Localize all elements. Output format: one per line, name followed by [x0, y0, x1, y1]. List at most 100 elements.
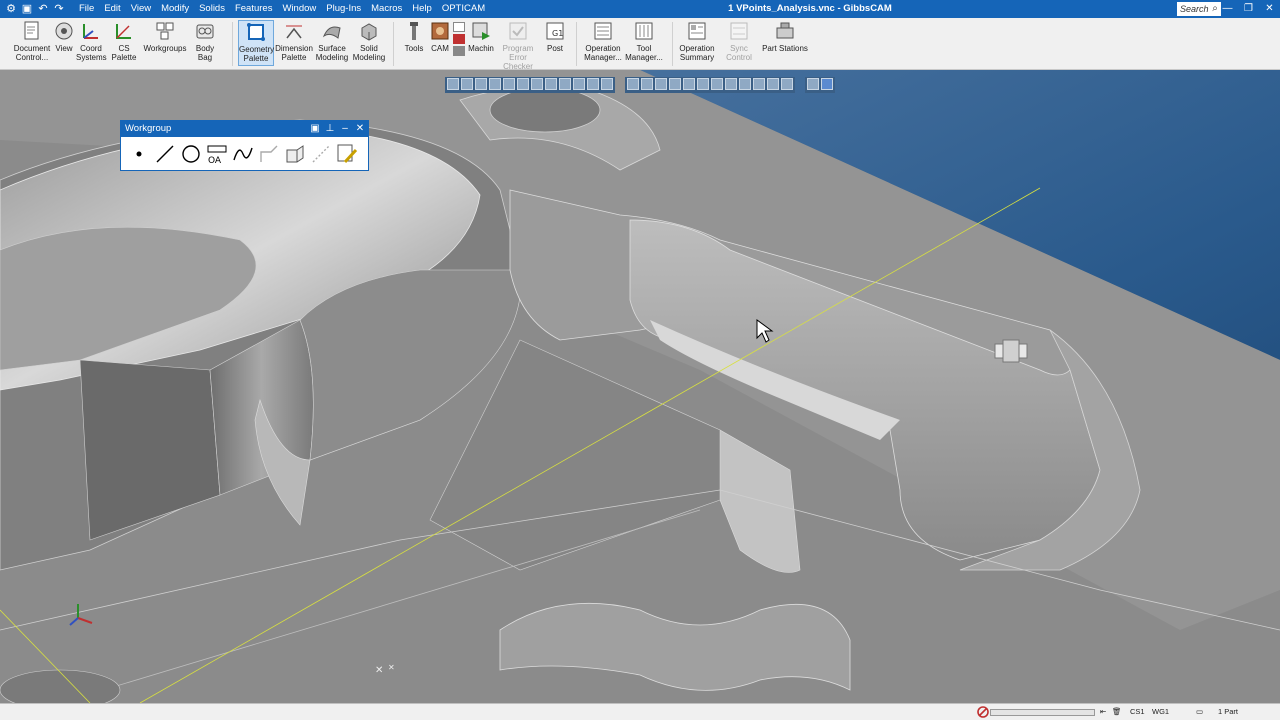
render-tool-icon[interactable]: [767, 78, 779, 90]
cam-small-buttons: [453, 22, 467, 58]
menu-help[interactable]: Help: [407, 0, 437, 18]
minimize-icon[interactable]: –: [339, 121, 351, 137]
help-tool-icon[interactable]: [821, 78, 833, 90]
menu-solids[interactable]: Solids: [194, 0, 230, 18]
sync-control-button[interactable]: Sync Control: [717, 20, 761, 66]
render-tool-icon[interactable]: [627, 78, 639, 90]
svg-text:G1: G1: [552, 29, 563, 38]
render-tool-icon[interactable]: [641, 78, 653, 90]
document-control-button[interactable]: Document Control...: [12, 20, 52, 66]
view-tool-icon[interactable]: [601, 78, 613, 90]
close-icon[interactable]: ✕: [354, 121, 366, 137]
view-tool-icon[interactable]: [545, 78, 557, 90]
undo-icon[interactable]: ↶: [36, 2, 50, 16]
part-stations-label: Part Stations: [762, 44, 808, 53]
workgroup-window-controls: ▣ ⊥ – ✕: [309, 121, 366, 137]
view-tool-icon[interactable]: [573, 78, 585, 90]
workgroups-button[interactable]: Workgroups: [143, 20, 187, 66]
view-tool-icon[interactable]: [559, 78, 571, 90]
tool-manager-button[interactable]: Tool Manager...: [624, 20, 664, 66]
render-tool-icon[interactable]: [739, 78, 751, 90]
program-error-checker-button[interactable]: Program Error Checker: [495, 20, 541, 71]
pin-icon[interactable]: ⊥: [324, 121, 336, 137]
small-tool-icon[interactable]: [453, 22, 465, 32]
menu-file[interactable]: File: [74, 0, 99, 18]
menu-window[interactable]: Window: [277, 0, 321, 18]
close-icon[interactable]: ✕: [1259, 0, 1280, 18]
cs-palette-button[interactable]: CS Palette: [106, 20, 142, 66]
render-tool-icon[interactable]: [669, 78, 681, 90]
small-tool-icon[interactable]: [453, 46, 465, 56]
cs-indicator[interactable]: CS1: [1130, 706, 1145, 718]
menu-view[interactable]: View: [126, 0, 156, 18]
dock-icon[interactable]: ▣: [309, 121, 321, 137]
cam-button[interactable]: CAM: [428, 20, 452, 66]
view-tool-icon[interactable]: [531, 78, 543, 90]
render-tool-icon[interactable]: [697, 78, 709, 90]
shape-tool-icon[interactable]: [257, 142, 281, 166]
render-tool-icon[interactable]: [683, 78, 695, 90]
app-menu-icon[interactable]: ⚙: [4, 2, 18, 16]
body-bag-button[interactable]: Body Bag: [188, 20, 222, 66]
dimension-palette-button[interactable]: Dimension Palette: [275, 20, 313, 66]
menu-macros[interactable]: Macros: [366, 0, 407, 18]
view-button[interactable]: View: [53, 20, 75, 66]
cs-palette-label: CS Palette: [111, 44, 137, 62]
workgroup-title-bar[interactable]: Workgroup ▣ ⊥ – ✕: [121, 121, 368, 137]
zoom-tool-icon[interactable]: [807, 78, 819, 90]
menu-opticam[interactable]: OPTICAM: [437, 0, 490, 18]
wg-indicator[interactable]: WG1: [1152, 706, 1169, 718]
edit-pencil-icon[interactable]: [335, 142, 359, 166]
stop-icon[interactable]: [977, 706, 989, 718]
text-tool-icon[interactable]: OA: [205, 142, 229, 166]
title-bar: ⚙ ▣ ↶ ↷ File Edit View Modify Solids Fea…: [0, 0, 1280, 18]
render-tool-icon[interactable]: [753, 78, 765, 90]
render-tool-icon[interactable]: [781, 78, 793, 90]
minimize-icon[interactable]: —: [1217, 0, 1238, 18]
circle-tool-icon[interactable]: [179, 142, 203, 166]
view-tool-icon[interactable]: [475, 78, 487, 90]
geometry-palette-button[interactable]: Geometry Palette: [238, 20, 274, 66]
trash-icon[interactable]: 🗑: [1112, 706, 1122, 718]
operation-summary-button[interactable]: Operation Summary: [678, 20, 716, 66]
quick-access-toolbar: ⚙ ▣ ↶ ↷: [0, 0, 66, 18]
solid-box-icon[interactable]: [283, 142, 307, 166]
line-tool-icon[interactable]: [153, 142, 177, 166]
view-tool-icon[interactable]: [503, 78, 515, 90]
body-bag-icon: [196, 24, 214, 39]
menu-edit[interactable]: Edit: [99, 0, 125, 18]
part-stations-button[interactable]: Part Stations: [762, 20, 808, 66]
machine-button[interactable]: Machin: [468, 20, 494, 66]
spline-tool-icon[interactable]: [231, 142, 255, 166]
small-tool-icon[interactable]: [453, 34, 465, 44]
menu-modify[interactable]: Modify: [156, 0, 194, 18]
render-tool-icon[interactable]: [655, 78, 667, 90]
surface-modeling-button[interactable]: Surface Modeling: [314, 20, 350, 66]
part-stations-icon: [776, 22, 794, 39]
render-tool-icon[interactable]: [711, 78, 723, 90]
post-button[interactable]: G1 Post: [542, 20, 568, 66]
render-tool-icon[interactable]: [725, 78, 737, 90]
view-tool-icon[interactable]: [447, 78, 459, 90]
redo-icon[interactable]: ↷: [52, 2, 66, 16]
solid-modeling-button[interactable]: Solid Modeling: [351, 20, 387, 66]
point-tool-icon[interactable]: [127, 142, 151, 166]
view-tool-icon[interactable]: [461, 78, 473, 90]
restore-icon[interactable]: ❐: [1238, 0, 1259, 18]
dashed-line-icon[interactable]: [309, 142, 333, 166]
coord-systems-button[interactable]: Coord Systems: [76, 20, 107, 66]
view-tool-icon[interactable]: [587, 78, 599, 90]
view-toolbar-1: [445, 77, 615, 93]
back-icon[interactable]: ⇤: [1100, 706, 1106, 718]
view-tool-icon[interactable]: [517, 78, 529, 90]
workgroup-toolset: OA: [121, 137, 368, 170]
save-icon[interactable]: ▣: [20, 2, 34, 16]
menu-features[interactable]: Features: [230, 0, 278, 18]
geometry-palette-label: Geometry Palette: [239, 45, 275, 63]
tools-button[interactable]: Tools: [400, 20, 428, 66]
menu-plug-ins[interactable]: Plug-Ins: [321, 0, 366, 18]
operation-summary-icon: [688, 22, 706, 40]
view-tool-icon[interactable]: [489, 78, 501, 90]
surface-modeling-label: Surface Modeling: [315, 44, 349, 62]
operation-manager-button[interactable]: Operation Manager...: [582, 20, 624, 66]
